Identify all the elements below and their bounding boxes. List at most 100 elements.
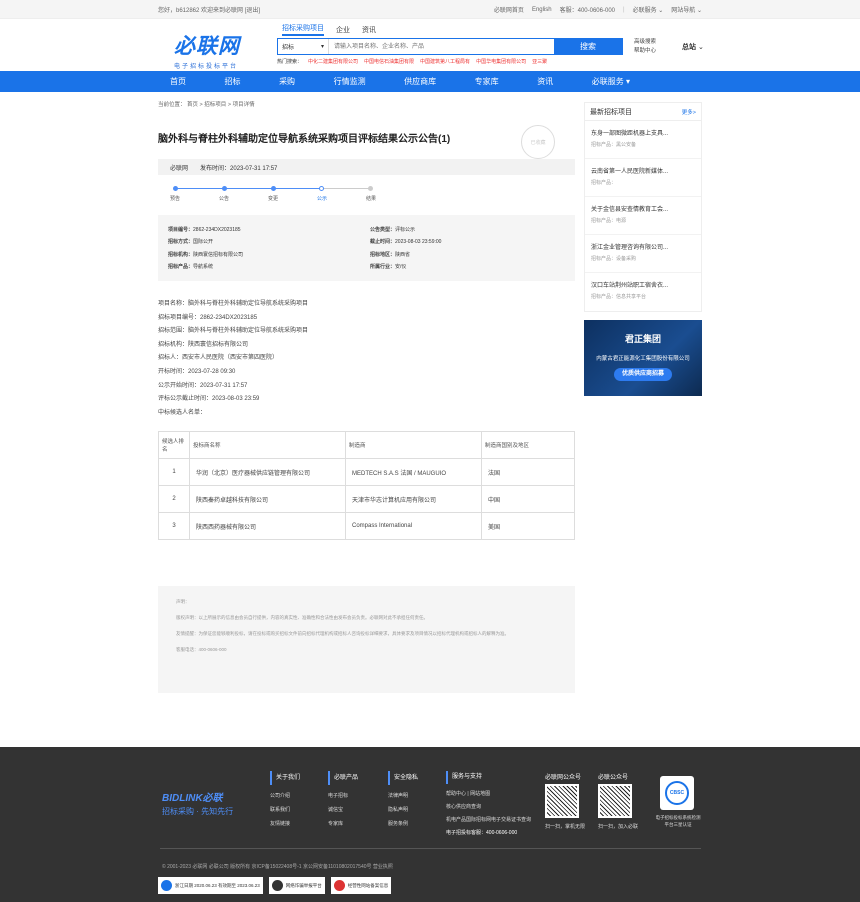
- qr-label: 扫一扫，加入必联: [598, 824, 639, 830]
- top-greeting: 您好，b612862 欢迎来到必联网 [退出]: [158, 8, 261, 14]
- cbsc-icon: CBSC: [665, 781, 689, 805]
- nav-supplier-db[interactable]: 供应商库: [404, 76, 436, 87]
- hot-search-item[interactable]: 中国建筑第八工程局有: [420, 58, 470, 65]
- step-label: 预告: [169, 196, 181, 202]
- ad-button[interactable]: 优质供应商招募: [614, 368, 672, 381]
- footer-col: 服务与支持 帮助中心 | 网站地图 核心供应商查询 机电产品国际招标网电子交易证…: [446, 771, 531, 840]
- info-item: 招标方式：国际公开: [168, 239, 214, 246]
- footer: BIDLINK必联 招标采购 · 先知先行 关于我们 公司介绍 联系我们 友情链…: [0, 747, 860, 902]
- footer-link[interactable]: 核心供应商查询: [446, 804, 481, 810]
- source: 必联网: [170, 165, 189, 172]
- chevron-down-icon: ⌄: [658, 8, 664, 14]
- footer-link[interactable]: 帮助中心 | 网站地图: [446, 791, 490, 797]
- cert-label: 电子招标投标系统检测平台三星认证: [655, 815, 701, 827]
- english-link[interactable]: English: [532, 7, 552, 13]
- info-item: 招标产品：导航系统: [168, 263, 214, 270]
- copyright: © 2001-2023 必联网 必联公司 版权所有 京ICP备15022408号…: [162, 864, 393, 870]
- step-dot: [173, 186, 178, 191]
- header: 必联网 电子招标投标平台 招标采购项目 企业 资讯 招标▾ 搜索 热门搜索： 中…: [0, 19, 860, 71]
- chevron-down-icon: ⌄: [696, 8, 702, 14]
- trust-badge[interactable]: 经营性网站备案信息: [330, 877, 392, 894]
- footer-link[interactable]: 隐私声明: [388, 807, 408, 813]
- trust-badge[interactable]: 网络诈骗举报平台: [268, 877, 325, 894]
- footer-link[interactable]: 公司介绍: [270, 793, 290, 799]
- service-menu[interactable]: 必联服务 ⌄: [633, 5, 664, 14]
- site-switcher[interactable]: 总站 ⌄: [682, 42, 704, 52]
- search-tab-news[interactable]: 资讯: [362, 25, 376, 36]
- divider: [160, 848, 701, 849]
- step-label: 变更: [267, 196, 279, 202]
- more-link[interactable]: 更多>: [682, 108, 696, 116]
- step-dot: [271, 186, 276, 191]
- table-row: 1 华润（北京）医疗器械供应链管理有限公司 MEDTECH S.A.S 法国 / M…: [158, 458, 575, 487]
- sidebar-title: 最新招标项目: [590, 108, 632, 116]
- site-logo[interactable]: 必联网 电子招标投标平台: [174, 30, 240, 70]
- footer-link[interactable]: 专家库: [328, 821, 343, 827]
- footer-link[interactable]: 友情链接: [270, 821, 290, 827]
- qr-title: 必联网公众号: [545, 775, 582, 781]
- search-tab-companies[interactable]: 企业: [336, 25, 350, 36]
- nav-procurement[interactable]: 采购: [279, 76, 295, 87]
- emblem-icon: [333, 880, 345, 891]
- step-dot: [368, 186, 373, 191]
- nav-news[interactable]: 资讯: [537, 76, 553, 87]
- hotline: 客服：400-0606-000: [559, 8, 615, 14]
- nav-services[interactable]: 必联服务 ▾: [592, 76, 630, 87]
- list-item[interactable]: 关于金信县安查情教育工会... 招标产品：电源: [585, 197, 701, 235]
- search-tab-projects[interactable]: 招标采购项目: [282, 23, 324, 36]
- step-label: 公告: [218, 196, 230, 202]
- project-info: 项目编号：2862-234DX2023185 公告类型：评标公示 招标方式：国际…: [158, 215, 575, 281]
- search-button[interactable]: 搜索: [554, 39, 622, 54]
- search-type-select[interactable]: 招标 ▾: [278, 39, 329, 54]
- ad-banner[interactable]: 君正集团 内蒙古君正能源化工集团股份有限公司 优质供应商招募: [584, 320, 702, 396]
- nav-bidding[interactable]: 招标: [225, 76, 241, 87]
- nav-home[interactable]: 首页: [170, 76, 186, 87]
- hot-searches: 热门搜索： 中化二建集团有限公司 中国电信石油集团有限 中国建筑第八工程局有 中…: [277, 58, 548, 65]
- hot-search-item[interactable]: 中国电信石油集团有限: [364, 58, 414, 65]
- article: 脑外科与脊柱外科辅助定位导航系统采购项目评标结果公示公告(1) 已收藏 必联网 …: [158, 118, 575, 694]
- info-item: 所属行业：安/仪: [370, 263, 407, 270]
- caret-down-icon: ▾: [320, 44, 324, 50]
- hot-search-item[interactable]: 中国华电集团有限公司: [476, 58, 526, 65]
- table-header-row: 候选人排名 投标商名称 制造商 制造商国别及地区: [158, 431, 575, 460]
- info-item: 项目编号：2862-234DX2023185: [168, 227, 241, 233]
- step-label: 结果: [365, 196, 377, 202]
- list-item[interactable]: 汉口车站荆州站职工宿舍衣... 招标产品：信息共享平台: [585, 273, 701, 311]
- footer-link[interactable]: 机电产品国际招标网电子交易证书查询: [446, 817, 531, 823]
- search-input[interactable]: [329, 39, 554, 54]
- footer-link[interactable]: 诚信宝: [328, 807, 343, 813]
- nav-expert-db[interactable]: 专家库: [475, 76, 499, 87]
- footer-link[interactable]: 服务条例: [388, 821, 408, 827]
- candidate-table: 候选人排名 投标商名称 制造商 制造商国别及地区 1 华润（北京）医疗器械供应链管…: [158, 431, 575, 541]
- footer-link[interactable]: 电子招标: [328, 793, 348, 799]
- site-nav-menu[interactable]: 网站导航 ⌄: [671, 5, 702, 14]
- footer-col: 必联产品 电子招标 诚信宝 专家库: [328, 771, 358, 831]
- list-item[interactable]: 东身一部图微距机器上支具... 招标产品：黑公安备: [585, 121, 701, 159]
- footer-col: 安全隐私 法律声明 隐私声明 服务条例: [388, 771, 418, 831]
- footer-link[interactable]: 联系我们: [270, 807, 290, 813]
- certification-badge[interactable]: CBSC: [660, 776, 694, 810]
- header-links: 高级搜索 帮助中心: [634, 38, 656, 56]
- hot-search-item[interactable]: 亚三聚: [532, 58, 547, 65]
- footer-logo: BIDLINK必联 招标采购 · 先知先行: [162, 793, 234, 816]
- divider: |: [623, 6, 625, 13]
- article-meta: 必联网 发布时间：2023-07-31 17:57: [158, 159, 575, 175]
- trust-badges: 浙江日期 2020.06.23 有效期至 2023.06.23 网络诈骗举报平台…: [158, 877, 392, 894]
- list-item[interactable]: 浙江金业管理咨询有限公司... 招标产品：设备采购: [585, 235, 701, 273]
- help-center-link[interactable]: 帮助中心: [634, 48, 656, 54]
- info-item: 招标机构：陕西寰信招标有限公司: [168, 251, 244, 258]
- police-icon: [271, 880, 283, 891]
- favorite-stamp[interactable]: 已收藏: [521, 125, 555, 159]
- info-item: 招标地区：陕西省: [370, 251, 411, 258]
- footer-link[interactable]: 法律声明: [388, 793, 408, 799]
- logout-link[interactable]: [退出]: [245, 8, 260, 14]
- home-link[interactable]: 必联网首页: [494, 5, 524, 14]
- shield-icon: [161, 880, 172, 891]
- nav-market-monitor[interactable]: 行情监测: [334, 76, 366, 87]
- list-item[interactable]: 云南省第一人民医院新媒体... 招标产品：: [585, 159, 701, 197]
- trust-badge[interactable]: 浙江日期 2020.06.23 有效期至 2023.06.23: [158, 877, 263, 894]
- step-dot: [222, 186, 227, 191]
- advanced-search-link[interactable]: 高级搜索: [634, 39, 656, 45]
- chevron-down-icon: ⌄: [697, 44, 704, 51]
- hot-search-item[interactable]: 中化二建集团有限公司: [308, 58, 358, 65]
